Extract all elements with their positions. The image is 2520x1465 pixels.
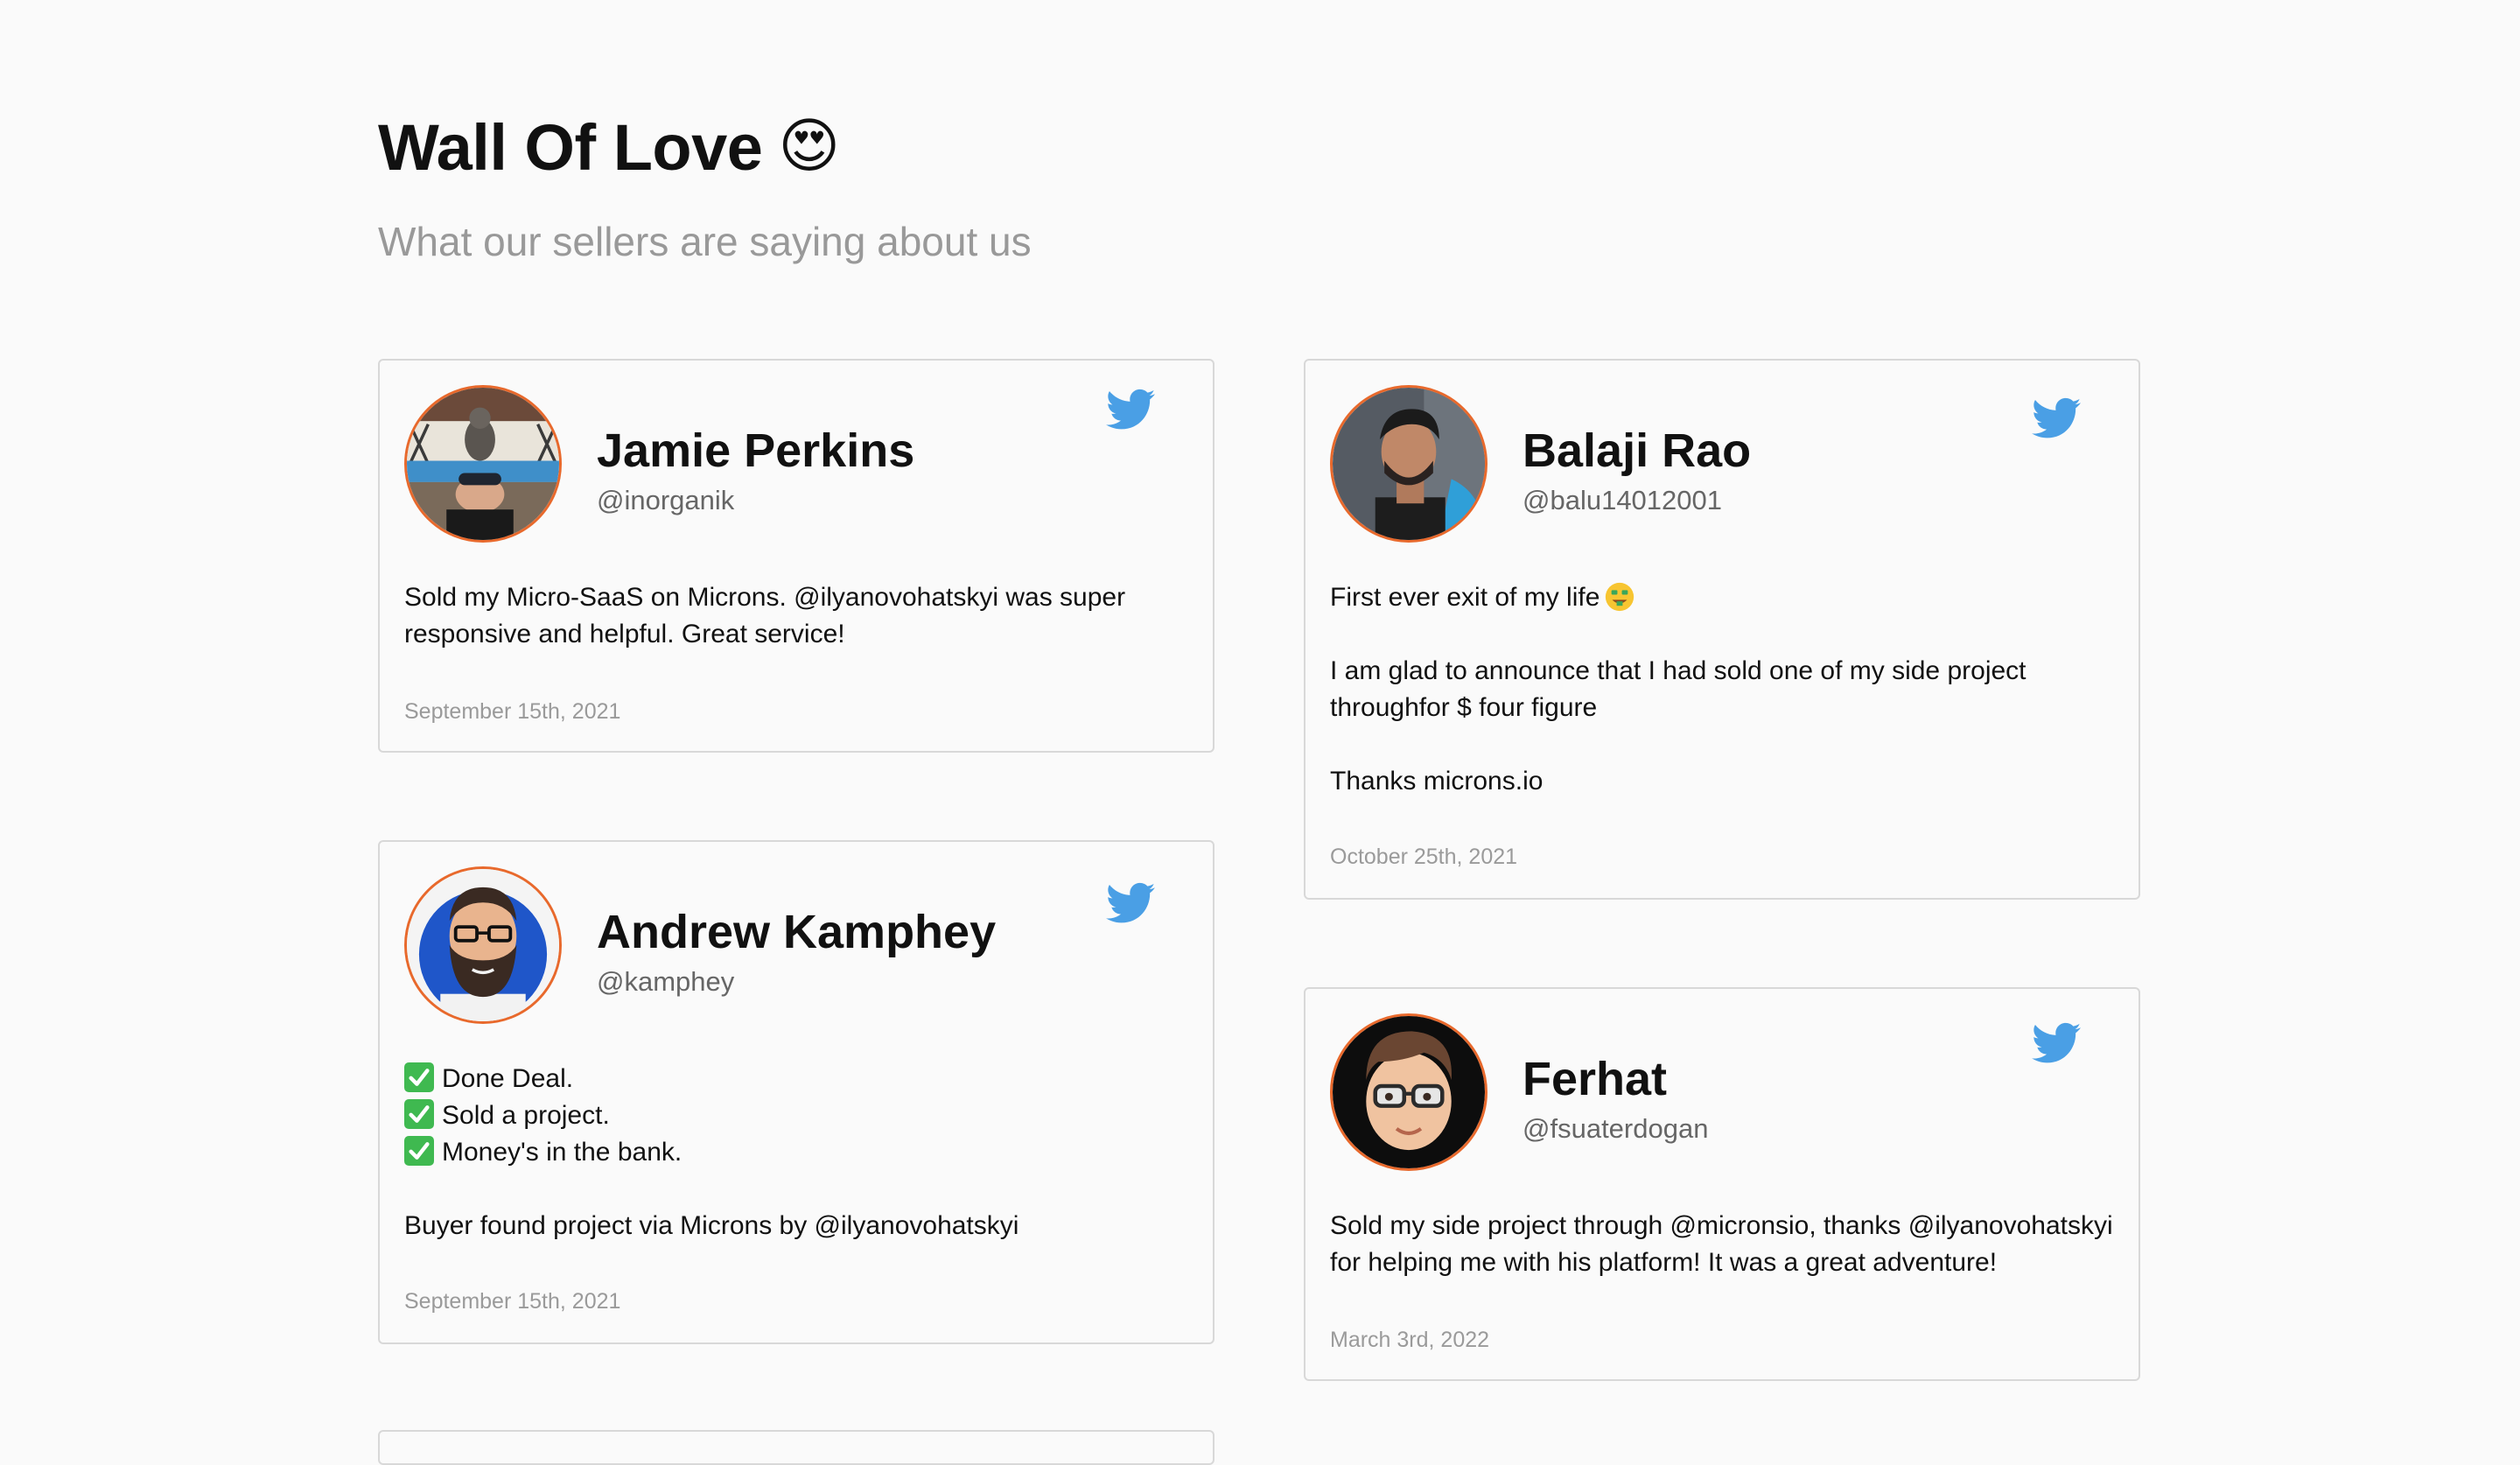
avatar (1330, 1013, 1488, 1171)
tweet-line: Sold a project. (404, 1097, 1192, 1134)
tweet-date: September 15th, 2021 (404, 1289, 621, 1314)
tweet-text: Sold a project. (442, 1101, 610, 1130)
twitter-icon[interactable] (2032, 397, 2081, 439)
tweet-text: I am glad to announce that I had sold on… (1330, 656, 2026, 722)
avatar-illustration-andrew-icon (407, 869, 559, 1021)
testimonial-card-jamie-perkins: Jamie Perkins @inorganik Sold my Micro-S… (378, 359, 1214, 753)
tweet-line: First ever exit of my life (1330, 579, 2118, 616)
tweet-line: Done Deal. (404, 1061, 1192, 1097)
avatar (1330, 385, 1488, 543)
tweet-text: Sold my side project through @micronsio,… (1330, 1211, 2113, 1277)
author-handle[interactable]: @fsuaterdogan (1522, 1111, 1708, 1146)
check-mark-icon (404, 1062, 434, 1092)
testimonial-card-andrew-kamphey: Andrew Kamphey @kamphey Done Deal. Sold … (378, 840, 1214, 1344)
tweet-body: First ever exit of my life I am glad to … (1330, 579, 2118, 800)
heart-eyes-emoji-icon: 😍 (778, 112, 840, 181)
tweet-text: Sold my Micro-SaaS on Microns. @ilyanovo… (404, 583, 1126, 648)
testimonial-card-ferhat: Ferhat @fsuaterdogan Sold my side projec… (1304, 987, 2140, 1381)
author-name: Ferhat (1522, 1053, 1668, 1105)
avatar-photo-balaji-icon (1333, 388, 1485, 540)
tweet-text: Money's in the bank. (442, 1138, 682, 1167)
wall-of-love-page: Wall Of Love 😍 What our sellers are sayin… (378, 0, 2142, 1465)
tweet-date: October 25th, 2021 (1330, 845, 1518, 869)
page-title: Wall Of Love 😍 (378, 105, 840, 190)
twitter-icon[interactable] (1106, 882, 1155, 924)
tweet-text: Buyer found project via Microns by @ilya… (404, 1211, 1019, 1240)
avatar-memoji-ferhat-icon (1333, 1016, 1485, 1168)
tweet-date: September 15th, 2021 (404, 699, 621, 724)
twitter-icon[interactable] (1106, 389, 1155, 431)
tweet-body: Sold my Micro-SaaS on Microns. @ilyanovo… (404, 579, 1192, 653)
testimonial-card-balaji-rao: Balaji Rao @balu14012001 First ever exit… (1304, 359, 2140, 900)
check-mark-icon (404, 1136, 434, 1166)
author-handle[interactable]: @kamphey (597, 964, 734, 999)
author-handle[interactable]: @balu14012001 (1522, 483, 1722, 518)
tweet-body: Done Deal. Sold a project. Money's in th… (404, 1061, 1192, 1244)
page-title-text: Wall Of Love (378, 111, 763, 184)
avatar (404, 866, 562, 1024)
author-name: Jamie Perkins (597, 424, 915, 477)
author-name: Balaji Rao (1522, 424, 1752, 477)
tweet-text: Thanks microns.io (1330, 767, 1544, 796)
tweet-body: Sold my side project through @micronsio,… (1330, 1208, 2118, 1281)
tweet-line: Money's in the bank. (404, 1134, 1192, 1171)
author-handle[interactable]: @inorganik (597, 483, 734, 518)
tweet-text: Done Deal. (442, 1064, 574, 1093)
testimonial-card-partial (378, 1430, 1214, 1465)
twitter-icon[interactable] (2032, 1022, 2081, 1064)
tweet-text: First ever exit of my life (1330, 583, 1600, 612)
avatar (404, 385, 562, 543)
author-name: Andrew Kamphey (597, 906, 997, 958)
money-mouth-face-icon (1606, 582, 1634, 612)
page-subtitle: What our sellers are saying about us (378, 219, 1032, 264)
tweet-date: March 3rd, 2022 (1330, 1328, 1490, 1352)
check-mark-icon (404, 1099, 434, 1129)
avatar-photo-jamie-icon (407, 388, 559, 540)
